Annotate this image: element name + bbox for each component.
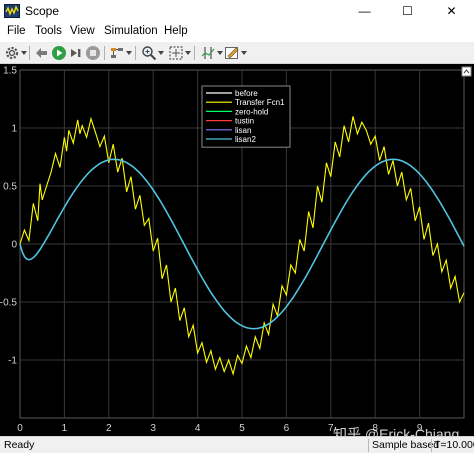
legend-entry-label: lisan: [235, 126, 251, 135]
axes-expand-button[interactable]: [461, 66, 472, 77]
minimize-button[interactable]: —: [342, 0, 387, 22]
style-dropdown-arrow[interactable]: [241, 51, 247, 55]
toolbar: [0, 42, 474, 64]
x-tick-label: 5: [239, 423, 245, 434]
scope-plot[interactable]: 0 1 2 3 4 5 6 7 8 91.510.50-0.5-1 beforeTransfer …: [0, 64, 474, 436]
minimize-icon: —: [358, 4, 371, 18]
menu-file[interactable]: File: [7, 25, 26, 37]
run-icon[interactable]: [51, 45, 67, 61]
x-tick-label: 3: [150, 423, 156, 434]
status-ready-text: Ready: [4, 439, 35, 451]
scope-app-icon: [4, 4, 20, 18]
highlight-signal-icon[interactable]: [109, 45, 125, 61]
toolbar-separator: [194, 46, 195, 60]
status-separator: [368, 439, 369, 452]
y-tick-label: 1.5: [3, 66, 17, 77]
status-mode-text: Sample based: [372, 439, 440, 451]
highlight-dropdown-arrow[interactable]: [126, 51, 132, 55]
legend-entry-label: tustin: [235, 117, 254, 126]
x-tick-label: 0: [17, 423, 23, 434]
menu-tools[interactable]: Tools: [35, 25, 62, 37]
menu-view[interactable]: View: [70, 25, 95, 37]
restore-layout-icon[interactable]: [34, 45, 50, 61]
maximize-button[interactable]: ☐: [385, 0, 430, 22]
fit-dropdown-arrow[interactable]: [185, 51, 191, 55]
x-tick-label: 1: [62, 423, 68, 434]
x-tick-label: 2: [106, 423, 112, 434]
toolbar-separator: [29, 46, 30, 60]
legend[interactable]: beforeTransfer Fcn1zero-holdtustinlisanl…: [201, 85, 291, 148]
status-separator: [431, 439, 432, 452]
status-time-text: T=10.000: [434, 439, 474, 451]
maximize-icon: ☐: [402, 4, 413, 18]
settings-dropdown-arrow[interactable]: [21, 51, 27, 55]
close-button[interactable]: ✕: [429, 0, 474, 22]
legend-entry-label: lisan2: [235, 135, 256, 144]
toolbar-separator: [104, 46, 105, 60]
window-titlebar: Scope — ☐ ✕: [0, 0, 474, 22]
edit-style-icon[interactable]: [224, 45, 240, 61]
y-tick-label: 0: [11, 240, 17, 251]
measurements-dropdown-arrow[interactable]: [217, 51, 223, 55]
toolbar-separator: [135, 46, 136, 60]
scope-display[interactable]: 0 1 2 3 4 5 6 7 8 9 1.5 1 0.5 0 -0.5 -1 before Transfer …: [0, 64, 474, 436]
x-tick-label: 6: [284, 423, 290, 434]
window-title: Scope: [25, 4, 60, 18]
legend-entry-label: Transfer Fcn1: [235, 98, 285, 107]
settings-gear-icon[interactable]: [4, 45, 20, 61]
menu-bar: File Tools View Simulation Help: [0, 22, 474, 42]
step-forward-icon[interactable]: [68, 45, 84, 61]
menu-help[interactable]: Help: [164, 25, 188, 37]
legend-entry-label: zero-hold: [235, 107, 268, 116]
legend-entry-label: before: [235, 89, 258, 98]
zoom-dropdown-arrow[interactable]: [158, 51, 164, 55]
x-tick-label: 4: [195, 423, 201, 434]
status-bar: Ready Sample based T=10.000: [0, 436, 474, 453]
fit-to-view-icon[interactable]: [168, 45, 184, 61]
y-tick-label: -0.5: [0, 298, 17, 309]
stop-icon[interactable]: [85, 45, 101, 61]
zoom-icon[interactable]: [141, 45, 157, 61]
close-icon: ✕: [446, 4, 457, 18]
cursor-measurements-icon[interactable]: [200, 45, 216, 61]
y-tick-label: 0.5: [3, 182, 17, 193]
menu-simulation[interactable]: Simulation: [104, 25, 158, 37]
y-tick-label: -1: [8, 356, 17, 367]
y-tick-label: 1: [11, 124, 17, 135]
